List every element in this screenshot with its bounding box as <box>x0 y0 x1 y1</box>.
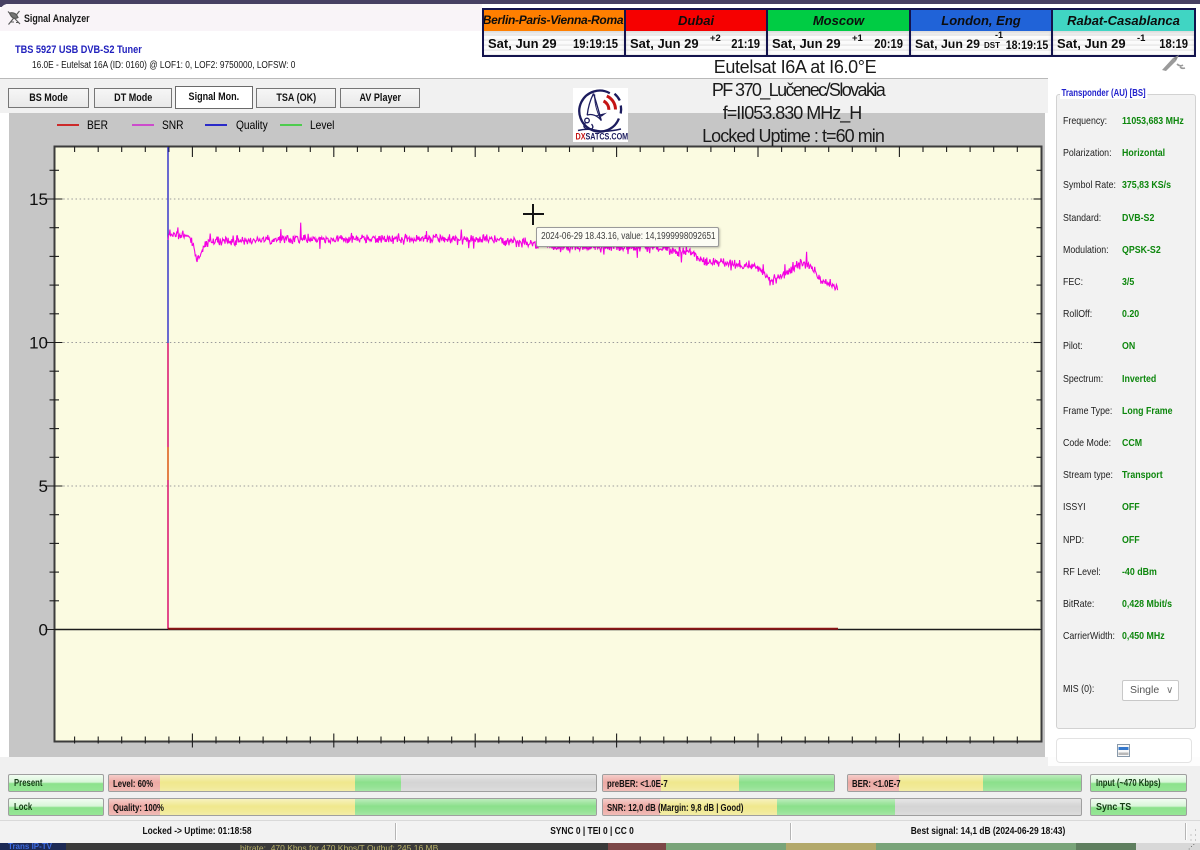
svg-text:5: 5 <box>39 477 48 496</box>
svg-text:SATCS.COM: SATCS.COM <box>586 132 628 142</box>
svg-text:0: 0 <box>39 621 48 640</box>
svg-text:15: 15 <box>29 190 48 209</box>
svg-text:DX: DX <box>576 132 587 142</box>
svg-text:10: 10 <box>29 334 48 353</box>
